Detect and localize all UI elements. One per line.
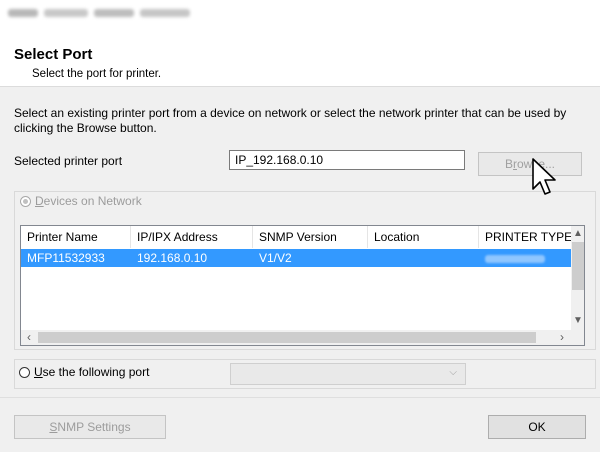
blurred-title-bar [8,4,198,22]
snmp-label: NMP Settings [57,420,131,434]
scroll-right-icon[interactable]: › [554,330,570,345]
ok-button[interactable]: OK [488,415,586,439]
device-list[interactable]: Printer Name IP/IPX Address SNMP Version… [20,225,585,346]
selected-port-input[interactable] [229,150,465,170]
use-port-radio-accel: U [34,365,43,379]
radio-checked-icon [20,196,31,207]
page-subtitle: Select the port for printer. [32,68,162,80]
page-title: Select Port [14,46,93,63]
browse-label-pre: B [504,157,513,171]
column-header[interactable]: Printer Name [21,226,131,248]
browse-label-post: owse... [517,157,556,171]
scroll-up-icon[interactable]: ▲ [571,227,584,241]
vertical-scroll-thumb[interactable] [572,242,584,290]
location-cell [368,249,479,267]
devices-radio-label: evices on Network [43,194,142,208]
instructions-text: Select an existing printer port from a d… [14,106,567,135]
vertical-scrollbar[interactable]: ▲ ▼ [571,226,584,330]
column-header[interactable]: PRINTER TYPE [479,226,572,248]
scrollbar-corner [572,330,584,345]
devices-radio-accel: D [35,194,44,208]
column-header[interactable]: SNMP Version [253,226,368,248]
scroll-left-icon[interactable]: ‹ [21,330,37,345]
use-port-radio-label: se the following port [42,365,150,379]
use-following-port-radio[interactable]: Use the following port [19,364,149,380]
radio-unchecked-icon [19,367,30,378]
selected-port-label: Selected printer port [14,154,123,168]
devices-on-network-radio[interactable]: Devices on Network [18,193,146,209]
redacted-printer-type [485,254,545,263]
port-select[interactable]: ⌵ [230,363,466,385]
snmp-settings-button[interactable]: SNMP Settings [14,415,166,439]
snmp-version-cell: V1/V2 [259,251,292,265]
printer-type-cell [479,249,572,267]
horizontal-scroll-thumb[interactable] [38,332,536,343]
browse-button[interactable]: Browse... [478,152,582,176]
table-row[interactable]: MFP11532933 192.168.0.10 V1/V2 [21,249,572,267]
horizontal-scrollbar[interactable]: ‹ › [21,330,572,345]
address-cell: 192.168.0.10 [137,251,208,265]
chevron-down-icon: ⌵ [449,367,457,378]
scroll-down-icon[interactable]: ▼ [571,314,584,328]
column-header[interactable]: Location [368,226,479,248]
column-header[interactable]: IP/IPX Address [131,226,253,248]
printer-name-cell: MFP11532933 [27,251,105,265]
device-list-header: Printer Name IP/IPX Address SNMP Version… [21,226,572,248]
